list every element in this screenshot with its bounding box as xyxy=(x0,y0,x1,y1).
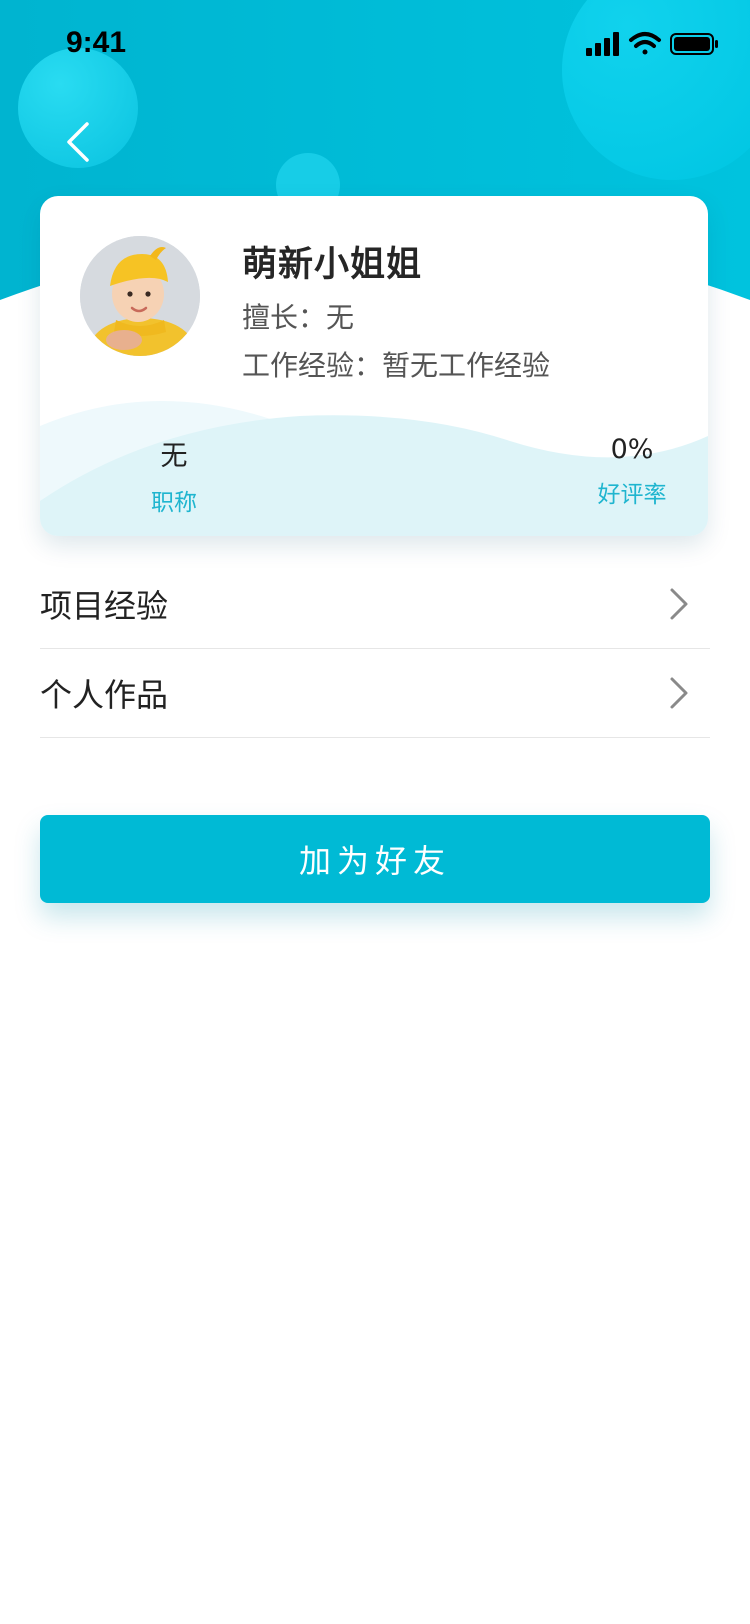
stat-rating-label: 好评率 xyxy=(597,482,667,508)
experience-row: 工作经验：暂无工作经验 xyxy=(242,344,550,384)
specialty-label: 擅长： xyxy=(242,301,327,334)
add-friend-button[interactable]: 加为好友 xyxy=(40,815,710,903)
chevron-right-icon xyxy=(670,588,688,620)
menu-item-label: 项目经验 xyxy=(40,587,169,625)
status-bar: 9:41 xyxy=(0,0,750,90)
profile-name: 萌新小姐姐 xyxy=(242,245,423,285)
battery-icon xyxy=(670,33,718,55)
stat-title-value: 无 xyxy=(160,441,188,472)
chevron-right-icon xyxy=(670,677,688,709)
back-button[interactable] xyxy=(48,112,108,172)
stat-rating-value: 0% xyxy=(610,434,654,465)
avatar xyxy=(80,236,200,356)
cellular-signal-icon xyxy=(586,32,619,56)
stat-title: 无 职称 xyxy=(104,434,244,517)
status-icons xyxy=(586,30,720,60)
experience-label: 工作经验： xyxy=(242,349,383,382)
stat-title-label: 职称 xyxy=(151,490,197,516)
baby-photo xyxy=(80,236,200,356)
profile-card: 萌新小姐姐 擅长：无 工作经验：暂无工作经验 无 职称 0% 好评率 xyxy=(40,196,708,536)
status-time: 9:41 xyxy=(66,26,127,59)
experience-value: 暂无工作经验 xyxy=(382,349,551,382)
wifi-icon xyxy=(629,32,661,55)
menu-item-project-experience[interactable]: 项目经验 xyxy=(40,560,710,649)
menu-item-personal-works[interactable]: 个人作品 xyxy=(40,649,710,738)
specialty-value: 无 xyxy=(326,301,355,334)
specialty-row: 擅长：无 xyxy=(242,296,354,336)
chevron-left-icon xyxy=(67,122,89,162)
menu-item-label: 个人作品 xyxy=(40,676,169,714)
profile-menu: 项目经验 个人作品 xyxy=(40,560,710,738)
stat-rating: 0% 好评率 xyxy=(562,434,702,509)
